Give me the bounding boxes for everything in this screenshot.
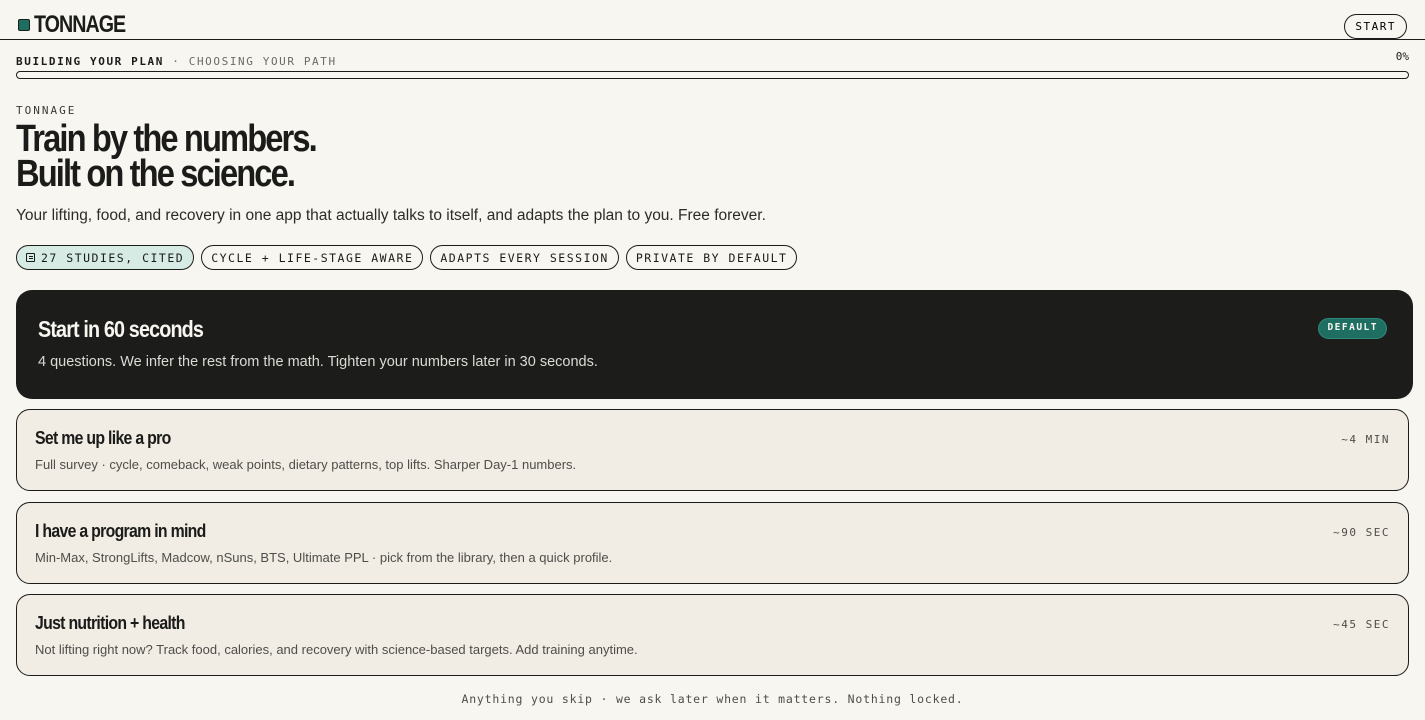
option-title: Set me up like a pro bbox=[35, 428, 171, 448]
feature-chips: 27 STUDIES, CITED CYCLE + LIFE-STAGE AWA… bbox=[16, 245, 798, 270]
brand-logo[interactable]: TONNAGE bbox=[18, 13, 145, 37]
brand-name: TONNAGE bbox=[34, 11, 126, 38]
option-duration: ~90 SEC bbox=[1333, 526, 1390, 539]
chip-label: CYCLE + LIFE-STAGE AWARE bbox=[211, 250, 414, 265]
option-start-60-seconds[interactable]: Start in 60 seconds 4 questions. We infe… bbox=[16, 290, 1413, 399]
progress-step-label: BUILDING YOUR PLAN bbox=[16, 55, 165, 68]
chip-label: PRIVATE BY DEFAULT bbox=[635, 250, 788, 265]
chip-adapts-session: ADAPTS EVERY SESSION bbox=[430, 245, 619, 270]
chip-studies-cited[interactable]: 27 STUDIES, CITED bbox=[16, 245, 195, 270]
page-title: Train by the numbers. Built on the scien… bbox=[16, 118, 318, 195]
document-icon bbox=[26, 253, 35, 262]
footer-note: Anything you skip · we ask later when it… bbox=[461, 692, 964, 706]
start-button[interactable]: START bbox=[1344, 14, 1407, 39]
headline-line-2: Built on the science. bbox=[16, 153, 296, 195]
default-badge: DEFAULT bbox=[1318, 318, 1387, 339]
option-title: Just nutrition + health bbox=[35, 613, 185, 633]
chip-private-default: PRIVATE BY DEFAULT bbox=[625, 245, 798, 270]
option-description: 4 questions. We infer the rest from the … bbox=[38, 354, 598, 370]
progress-header: BUILDING YOUR PLAN · CHOOSING YOUR PATH … bbox=[16, 50, 1409, 68]
option-program-in-mind[interactable]: I have a program in mind Min-Max, Strong… bbox=[16, 502, 1409, 584]
chip-cycle-aware: CYCLE + LIFE-STAGE AWARE bbox=[201, 245, 424, 270]
option-title: I have a program in mind bbox=[35, 521, 206, 541]
top-bar: TONNAGE START bbox=[0, 0, 1425, 40]
option-description: Min-Max, StrongLifts, Madcow, nSuns, BTS… bbox=[35, 550, 613, 565]
eyebrow: TONNAGE bbox=[16, 104, 77, 117]
headline-line-1: Train by the numbers. bbox=[16, 118, 318, 160]
page-subtitle: Your lifting, food, and recovery in one … bbox=[16, 207, 766, 224]
option-description: Not lifting right now? Track food, calor… bbox=[35, 642, 638, 657]
brand-mark-icon bbox=[18, 19, 30, 31]
option-duration: ~4 MIN bbox=[1341, 433, 1390, 446]
progress-substep-label: CHOOSING YOUR PATH bbox=[188, 55, 337, 68]
option-description: Full survey · cycle, comeback, weak poin… bbox=[35, 457, 577, 472]
option-nutrition-health[interactable]: Just nutrition + health Not lifting righ… bbox=[16, 594, 1409, 676]
progress-label: BUILDING YOUR PLAN · CHOOSING YOUR PATH bbox=[16, 55, 337, 68]
chip-label: ADAPTS EVERY SESSION bbox=[440, 250, 609, 265]
progress-separator: · bbox=[172, 55, 181, 68]
option-title: Start in 60 seconds bbox=[38, 316, 204, 342]
option-pro-setup[interactable]: Set me up like a pro Full survey · cycle… bbox=[16, 409, 1409, 491]
progress-bar bbox=[16, 71, 1409, 79]
chip-label: 27 STUDIES, CITED bbox=[41, 250, 185, 265]
option-duration: ~45 SEC bbox=[1333, 618, 1390, 631]
progress-percent: 0% bbox=[1395, 50, 1409, 63]
